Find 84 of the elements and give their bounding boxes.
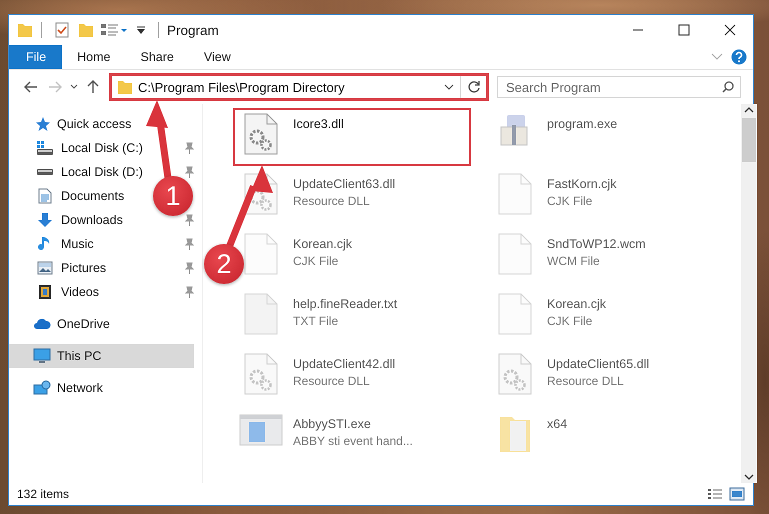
blank-document-icon — [498, 293, 532, 335]
nav-item[interactable]: Music — [9, 232, 100, 256]
file-type: Resource DLL — [547, 374, 624, 388]
drive-icon — [36, 140, 54, 156]
file-type: CJK File — [547, 314, 592, 328]
item-count: 132 items — [17, 487, 70, 501]
file-type: TXT File — [293, 314, 338, 328]
file-name[interactable]: Korean.cjk — [547, 297, 606, 311]
chevron-icon — [711, 53, 723, 61]
maximize-icon — [678, 24, 690, 36]
file-name[interactable]: SndToWP12.wcm — [547, 237, 646, 251]
file-type: CJK File — [547, 194, 592, 208]
address-bar[interactable]: C:\Program Files\Program Directory — [111, 75, 487, 99]
nav-item[interactable]: Local Disk (D:) — [9, 160, 149, 184]
nav-item[interactable]: Quick access — [9, 112, 138, 136]
file-item[interactable]: Icore3.dll — [233, 108, 471, 166]
file-name[interactable]: UpdateClient42.dll — [293, 357, 396, 371]
monitor-icon — [33, 348, 51, 364]
nav-item[interactable]: This PC — [9, 344, 194, 368]
pictures-icon — [37, 261, 53, 275]
file-type: ABBY sti event hand... — [293, 434, 413, 448]
star-icon — [34, 116, 50, 132]
file-name[interactable]: UpdateClient65.dll — [547, 357, 650, 371]
gear-document-icon — [498, 353, 532, 395]
large-icons-view-icon — [729, 487, 745, 501]
help-icon — [731, 49, 747, 65]
music-note-icon — [38, 236, 52, 252]
blank-document-icon — [498, 233, 532, 275]
file-type: Resource DLL — [293, 374, 370, 388]
film-icon — [38, 284, 52, 300]
scrollbar[interactable] — [741, 104, 757, 483]
large-icons-view-button[interactable] — [729, 487, 745, 501]
file-type: CJK File — [293, 254, 338, 268]
file-type: WCM File — [547, 254, 600, 268]
back-arrow-icon — [24, 81, 38, 93]
gear-document-icon — [244, 353, 278, 395]
cloud-icon — [33, 318, 51, 330]
folder-icon — [117, 79, 133, 95]
file-name[interactable]: program.exe — [547, 117, 618, 131]
folder-icon — [78, 22, 94, 38]
close-icon — [724, 24, 736, 36]
file-name[interactable]: x64 — [547, 417, 568, 431]
application-icon — [239, 413, 283, 447]
nav-item[interactable]: Pictures — [9, 256, 112, 280]
up-arrow-icon — [87, 80, 99, 94]
drive-icon — [36, 168, 54, 176]
search-field[interactable]: Search Program — [497, 76, 741, 98]
ribbon-tab[interactable]: Home — [62, 45, 126, 69]
details-view-button[interactable] — [707, 487, 723, 501]
file-name[interactable]: FastKorn.cjk — [547, 177, 616, 191]
forward-arrow-icon — [48, 81, 62, 93]
ribbon-tab[interactable]: Share — [126, 45, 189, 69]
window-title: Program — [167, 22, 219, 38]
refresh-icon — [466, 80, 480, 94]
file-name[interactable]: Icore3.dll — [293, 117, 344, 131]
nav-item[interactable]: Documents — [9, 184, 130, 208]
gear-document-icon — [244, 113, 278, 155]
file-name[interactable]: help.fineReader.txt — [293, 297, 398, 311]
blank-document-icon — [498, 173, 532, 215]
file-type: Resource DLL — [293, 194, 370, 208]
text-document-icon — [244, 293, 278, 335]
nav-item[interactable]: OneDrive — [9, 312, 116, 336]
nav-item[interactable]: Network — [9, 376, 109, 400]
file-name[interactable]: Korean.cjk — [293, 237, 352, 251]
blank-document-icon — [244, 233, 278, 275]
chevron-icon — [70, 84, 78, 90]
caret-icon — [136, 25, 146, 35]
document-icon — [38, 188, 52, 204]
network-icon — [33, 380, 51, 396]
file-name[interactable]: AbbyySTI.exe — [293, 417, 371, 431]
ribbon-tab[interactable]: View — [188, 45, 246, 69]
scrollbar-thumb[interactable] — [742, 118, 756, 162]
details-view-icon — [707, 487, 723, 501]
file-name[interactable]: UpdateClient63.dll — [293, 177, 396, 191]
list-view-icon — [100, 22, 130, 38]
chevron-icon — [444, 84, 454, 90]
download-icon — [37, 212, 53, 228]
search-icon — [722, 81, 734, 93]
nav-item[interactable]: Videos — [9, 280, 105, 304]
checklist-icon — [55, 22, 69, 38]
nav-item[interactable]: Downloads — [9, 208, 129, 232]
nav-item[interactable]: Local Disk (C:) — [9, 136, 149, 160]
file-menu-tab[interactable]: File — [9, 45, 62, 69]
folder-icon — [17, 22, 33, 38]
